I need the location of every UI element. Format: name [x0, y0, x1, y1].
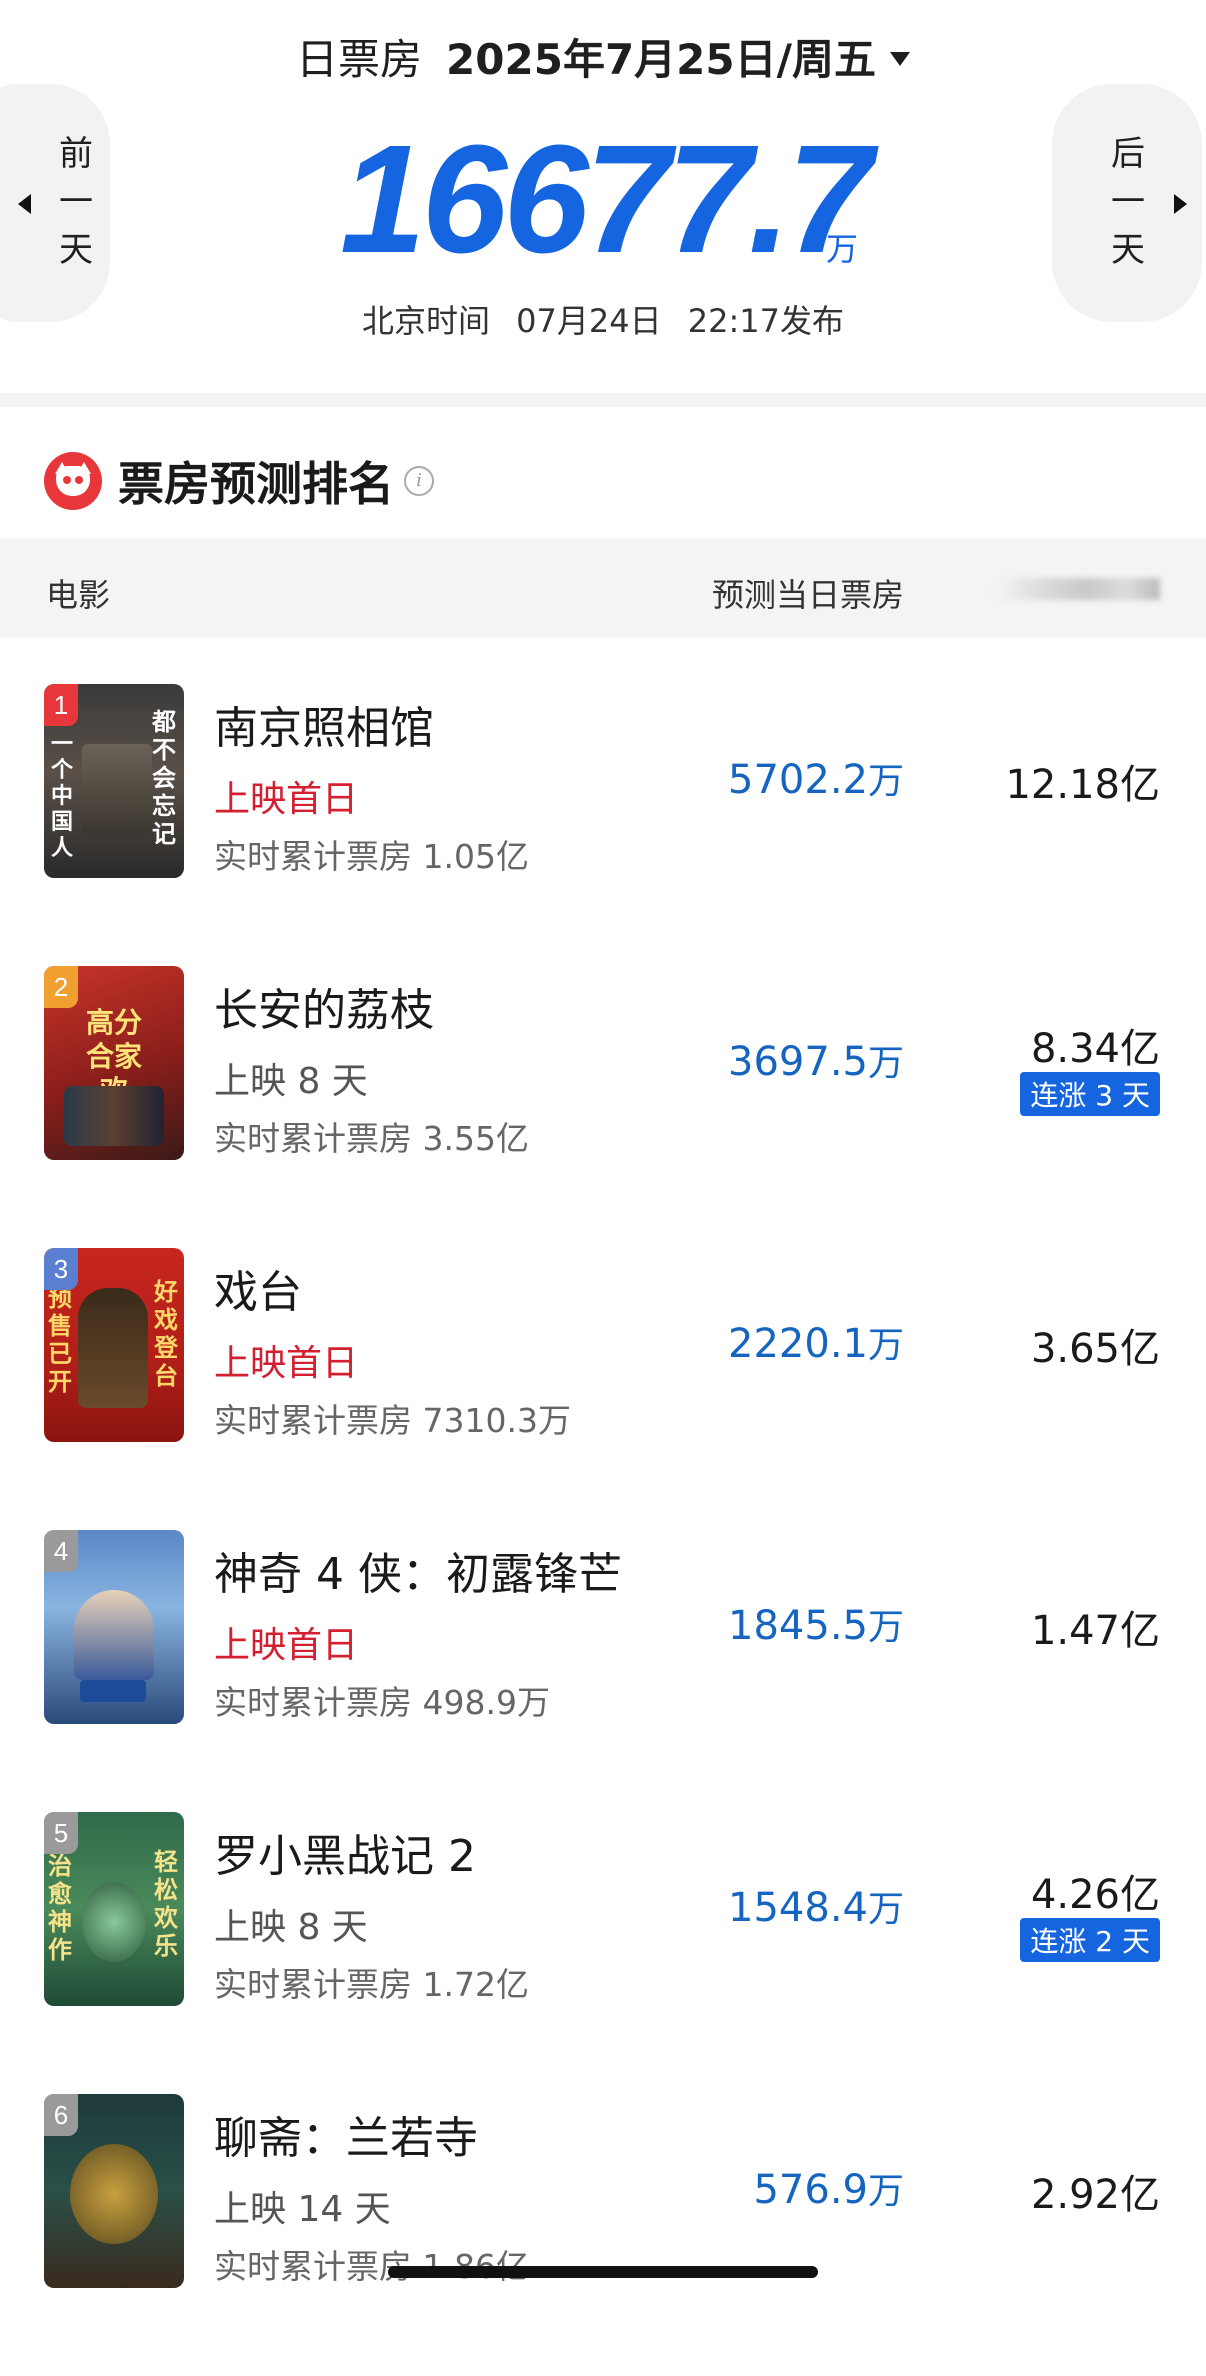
movie-title: 神奇 4 侠：初露锋芒: [214, 1549, 622, 1600]
date-text: 2025年7月25日/周五: [446, 35, 876, 84]
movie-poster: 高分合家欢 2: [44, 966, 184, 1160]
col-daily-forecast: 预测当日票房: [711, 576, 904, 614]
release-status: 上映首日: [214, 779, 359, 820]
maoyan-cat-logo-icon: [44, 452, 102, 510]
movie-row[interactable]: 高分合家欢 2 长安的荔枝 上映 8 天 实时累计票房 3.55亿 3697.5…: [0, 966, 1206, 1248]
poster-text-left: 预售已开: [48, 1284, 72, 1396]
cumulative-box-office: 实时累计票房 1.86亿: [214, 2247, 529, 2286]
movie-poster: 治愈神作 轻松欢乐 5: [44, 1812, 184, 2006]
info-icon[interactable]: i: [404, 466, 434, 496]
total-forecast: 2.92亿: [1030, 2172, 1160, 2218]
rank-badge: 6: [44, 2094, 78, 2136]
movie-poster: 6: [44, 2094, 184, 2288]
streak-badge: 连涨 3 天: [1020, 1072, 1160, 1116]
streak-badge: 连涨 2 天: [1020, 1918, 1160, 1962]
publish-prefix: 北京时间: [361, 302, 490, 340]
movie-title: 聊斋：兰若寺: [214, 2113, 478, 2164]
publish-date: 07月24日: [516, 302, 662, 340]
arrow-right-icon: [1174, 194, 1187, 214]
total-forecast: 3.65亿: [1030, 1326, 1160, 1372]
prev-day-button[interactable]: 前一天: [0, 84, 110, 322]
total-unit: 万: [826, 230, 859, 268]
daily-forecast: 1548.4万: [728, 1885, 904, 1931]
movie-row[interactable]: 都不会忘记 一个中国人 1 南京照相馆 上映首日 实时累计票房 1.05亿 57…: [0, 684, 1206, 966]
col-movie: 电影: [46, 576, 111, 614]
cumulative-box-office: 实时累计票房 3.55亿: [214, 1119, 529, 1158]
total-box-office: 16677.7 万: [340, 122, 880, 276]
release-status: 上映 8 天: [214, 1061, 368, 1102]
daily-forecast: 3697.5万: [728, 1039, 904, 1085]
rank-badge: 4: [44, 1530, 78, 1572]
daily-forecast: 2220.1万: [728, 1321, 904, 1367]
movie-row[interactable]: 6 聊斋：兰若寺 上映 14 天 实时累计票房 1.86亿 576.9万 2.9…: [0, 2094, 1206, 2376]
cumulative-box-office: 实时累计票房 7310.3万: [214, 1401, 571, 1440]
rank-badge: 3: [44, 1248, 78, 1290]
poster-text-left: 一个中国人: [50, 732, 73, 861]
rank-badge: 2: [44, 966, 78, 1008]
movie-title: 南京照相馆: [214, 703, 434, 754]
section-header: 票房预测排名 i: [44, 446, 434, 516]
daily-forecast: 576.9万: [753, 2167, 904, 2213]
total-forecast: 1.47亿: [1030, 1608, 1160, 1654]
cumulative-box-office: 实时累计票房 1.72亿: [214, 1965, 529, 2004]
next-day-button[interactable]: 后一天: [1052, 84, 1202, 322]
rank-badge: 5: [44, 1812, 78, 1854]
prev-day-label: 前一天: [59, 134, 93, 270]
date-selector[interactable]: 日票房 2025年7月25日/周五: [0, 26, 1206, 87]
cumulative-box-office: 实时累计票房 1.05亿: [214, 837, 529, 876]
release-status: 上映首日: [214, 1625, 359, 1666]
movie-row[interactable]: 预售已开 好戏登台 3 戏台 上映首日 实时累计票房 7310.3万 2220.…: [0, 1248, 1206, 1530]
column-header: 电影 预测当日票房: [0, 538, 1206, 638]
section-divider: [0, 393, 1206, 407]
poster-text-left: 治愈神作: [48, 1852, 72, 1964]
release-status: 上映首日: [214, 1343, 359, 1384]
next-day-label: 后一天: [1111, 134, 1145, 270]
poster-text-right: 好戏登台: [154, 1278, 178, 1390]
poster-text-right: 轻松欢乐: [154, 1848, 178, 1960]
home-indicator[interactable]: [388, 2266, 818, 2278]
movie-row[interactable]: 治愈神作 轻松欢乐 5 罗小黑战记 2 上映 8 天 实时累计票房 1.72亿 …: [0, 1812, 1206, 2094]
total-forecast: 4.26亿: [1030, 1872, 1160, 1918]
publish-time: 北京时间 07月24日 22:17发布: [0, 296, 1206, 342]
chevron-down-icon: [889, 51, 910, 66]
total-value: 16677.7: [340, 113, 873, 285]
movie-title: 长安的荔枝: [214, 985, 434, 1036]
publish-time-text: 22:17发布: [687, 302, 845, 340]
total-forecast: 12.18亿: [1005, 762, 1160, 808]
box-office-label: 日票房: [296, 35, 423, 84]
col-total-blurred: [996, 578, 1160, 600]
movie-title: 罗小黑战记 2: [214, 1831, 476, 1882]
section-title: 票房预测排名: [118, 457, 394, 511]
movie-poster: 都不会忘记 一个中国人 1: [44, 684, 184, 878]
poster-text-right: 都不会忘记: [152, 708, 176, 848]
total-forecast: 8.34亿: [1030, 1026, 1160, 1072]
arrow-left-icon: [18, 194, 31, 214]
movie-title: 戏台: [214, 1267, 302, 1318]
movie-poster: 预售已开 好戏登台 3: [44, 1248, 184, 1442]
rank-badge: 1: [44, 684, 78, 726]
movie-poster: 4: [44, 1530, 184, 1724]
movie-row[interactable]: 4 神奇 4 侠：初露锋芒 上映首日 实时累计票房 498.9万 1845.5万…: [0, 1530, 1206, 1812]
cumulative-box-office: 实时累计票房 498.9万: [214, 1683, 550, 1722]
daily-forecast: 5702.2万: [728, 757, 904, 803]
release-status: 上映 8 天: [214, 1907, 368, 1948]
release-status: 上映 14 天: [214, 2189, 391, 2230]
daily-forecast: 1845.5万: [728, 1603, 904, 1649]
